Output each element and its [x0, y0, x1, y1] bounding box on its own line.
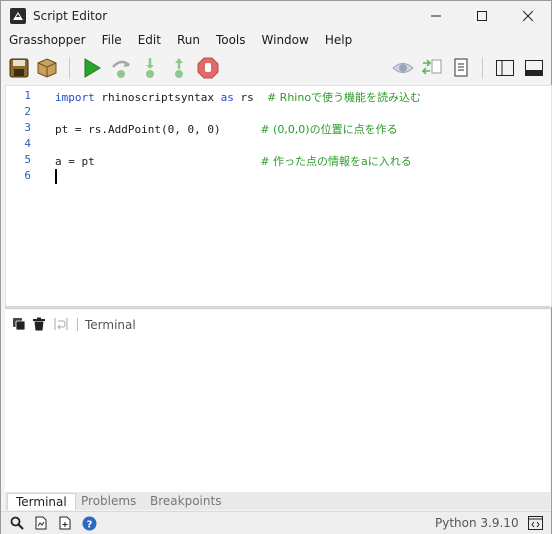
minimize-button[interactable] — [413, 1, 459, 31]
script-editor-window: Script Editor Grasshopper File Edit Run … — [0, 0, 552, 534]
step-out-icon — [175, 58, 183, 78]
step-out-button[interactable] — [167, 56, 191, 80]
preview-button[interactable] — [391, 56, 415, 80]
run-button[interactable] — [80, 56, 104, 80]
copy-icon — [13, 318, 26, 331]
bottom-panel-layout-icon — [525, 60, 543, 76]
maximize-icon — [477, 11, 487, 21]
menu-run[interactable]: Run — [169, 31, 208, 51]
help-icon: ? — [82, 516, 96, 530]
title-bar[interactable]: Script Editor — [1, 1, 551, 31]
close-button[interactable] — [505, 1, 551, 31]
stop-icon — [197, 57, 219, 79]
terminal-panel[interactable]: Terminal — [5, 310, 550, 492]
menu-grasshopper[interactable]: Grasshopper — [1, 31, 94, 51]
terminal-title: Terminal — [85, 318, 136, 332]
status-bar: ? Python 3.9.10 — [1, 511, 551, 534]
code-editor[interactable]: 1 import rhinoscriptsyntax as rs # Rhinoで… — [5, 85, 552, 307]
save-icon — [9, 58, 29, 78]
code-keyword: as — [220, 91, 234, 104]
code-line[interactable]: 5 a = pt # 作った点の情報をaに入れる — [6, 153, 551, 169]
line-number: 3 — [24, 121, 31, 134]
compare-button[interactable] — [420, 56, 444, 80]
toolbar-separator — [69, 57, 70, 79]
close-icon — [522, 10, 534, 22]
code-line[interactable]: 4 — [6, 137, 551, 153]
minimize-icon — [431, 15, 441, 17]
maximize-button[interactable] — [459, 1, 505, 31]
code-comment: # Rhinoで使う機能を読み込む — [266, 91, 422, 104]
file-icon — [35, 516, 47, 530]
code-line[interactable]: 3 pt = rs.AddPoint(0, 0, 0) # (0,0,0)の位置に… — [6, 121, 551, 137]
bottom-tabs: Terminal Problems Breakpoints — [5, 492, 550, 510]
line-number: 1 — [24, 89, 31, 102]
terminal-toolbar-separator — [77, 318, 78, 331]
search-button[interactable] — [9, 515, 25, 531]
step-over-button[interactable] — [109, 56, 133, 80]
code-comment: # 作った点の情報をaに入れる — [260, 155, 412, 168]
step-over-icon — [112, 60, 130, 78]
code-line[interactable]: 2 — [6, 105, 551, 121]
document-button[interactable] — [449, 56, 473, 80]
menu-help[interactable]: Help — [317, 31, 360, 51]
trash-icon — [33, 317, 45, 331]
line-number: 6 — [24, 169, 31, 182]
text-cursor — [55, 169, 57, 184]
stop-button[interactable] — [196, 56, 220, 80]
menu-file[interactable]: File — [94, 31, 130, 51]
menu-tools[interactable]: Tools — [208, 31, 254, 51]
code-line[interactable]: 6 — [6, 169, 551, 185]
menu-bar: Grasshopper File Edit Run Tools Window H… — [1, 31, 551, 51]
panel-splitter[interactable] — [5, 306, 550, 309]
wrap-icon — [54, 318, 68, 330]
search-icon — [10, 516, 24, 530]
new-file-button[interactable] — [57, 515, 73, 531]
toggle-sidebar-button[interactable] — [493, 56, 517, 80]
toggle-bottom-panel-button[interactable] — [522, 56, 546, 80]
code-token: a = pt — [55, 155, 261, 168]
step-into-icon — [146, 58, 154, 78]
python-version[interactable]: Python 3.9.10 — [435, 516, 519, 530]
clear-terminal-button[interactable] — [31, 316, 47, 332]
grasshopper-app-icon — [10, 8, 26, 24]
svg-text:?: ? — [86, 519, 92, 530]
terminal-toolbar: Terminal — [5, 314, 550, 334]
line-number: 4 — [24, 137, 31, 150]
code-keyword: import — [55, 91, 95, 104]
compare-icon — [421, 59, 442, 75]
play-icon — [84, 58, 101, 78]
eye-icon — [392, 63, 414, 73]
document-icon — [454, 58, 468, 77]
menu-edit[interactable]: Edit — [130, 31, 169, 51]
tab-breakpoints[interactable]: Breakpoints — [142, 493, 229, 510]
output-toggle-button[interactable] — [527, 515, 543, 531]
new-file-icon — [59, 516, 71, 530]
code-panel-icon — [527, 516, 543, 530]
tab-terminal[interactable]: Terminal — [7, 493, 76, 510]
code-token: rhinoscriptsyntax — [94, 91, 221, 104]
file-info-button[interactable] — [33, 515, 49, 531]
help-button[interactable]: ? — [81, 515, 97, 531]
line-code: pt = rs.AddPoint(0, 0, 0) # (0,0,0)の位置に点… — [55, 121, 398, 137]
toolbar-separator — [482, 57, 483, 79]
package-button[interactable] — [35, 56, 59, 80]
save-button[interactable] — [7, 56, 31, 80]
toolbar — [1, 53, 551, 83]
line-number: 5 — [24, 153, 31, 166]
code-token: rs — [233, 91, 267, 104]
line-code: import rhinoscriptsyntax as rs # Rhinoで使… — [55, 89, 421, 105]
word-wrap-button[interactable] — [53, 316, 69, 332]
code-comment: # (0,0,0)の位置に点を作る — [260, 123, 398, 136]
menu-window[interactable]: Window — [254, 31, 317, 51]
copy-button[interactable] — [11, 316, 27, 332]
sidebar-layout-icon — [496, 60, 514, 76]
line-number: 2 — [24, 105, 31, 118]
line-code: a = pt # 作った点の情報をaに入れる — [55, 153, 412, 169]
code-token: pt = rs.AddPoint(0, 0, 0) — [55, 123, 261, 136]
package-icon — [37, 58, 57, 78]
step-into-button[interactable] — [138, 56, 162, 80]
window-title: Script Editor — [33, 9, 108, 23]
code-line[interactable]: 1 import rhinoscriptsyntax as rs # Rhinoで… — [6, 89, 551, 105]
tab-problems[interactable]: Problems — [73, 493, 144, 510]
